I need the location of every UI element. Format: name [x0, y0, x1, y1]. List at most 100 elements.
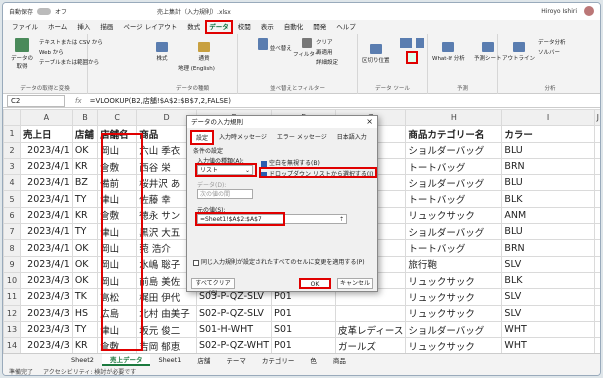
- get-data-button[interactable]: データの取得: [9, 38, 35, 70]
- cell[interactable]: S01: [271, 320, 336, 339]
- cell[interactable]: 2023/4/1: [20, 206, 73, 225]
- cell[interactable]: リュックサック: [405, 304, 503, 322]
- dialog-tab-3[interactable]: 日本語入力: [332, 130, 372, 145]
- cell[interactable]: 2023/4/1: [20, 255, 73, 273]
- cell[interactable]: ガールズ: [334, 337, 407, 353]
- cell[interactable]: トートバッグ: [405, 190, 503, 208]
- cell[interactable]: KR: [71, 206, 99, 225]
- sheet-tab-4[interactable]: テーマ: [218, 355, 254, 365]
- column-header[interactable]: H: [405, 109, 503, 127]
- cell[interactable]: 2023/4/1: [20, 190, 73, 208]
- stock-button[interactable]: 株式: [156, 42, 168, 62]
- outline-button[interactable]: アウトライン: [502, 42, 535, 62]
- close-icon[interactable]: ×: [366, 116, 373, 128]
- cell[interactable]: S02-P-QZ-SLV: [195, 304, 273, 322]
- avatar[interactable]: [584, 6, 594, 16]
- tab-7[interactable]: 校閲: [233, 20, 256, 34]
- cell[interactable]: 2023/4/1: [20, 239, 73, 257]
- sheet-tab-7[interactable]: 商品: [325, 355, 354, 365]
- fx-icon[interactable]: fx: [75, 97, 82, 105]
- cell[interactable]: 2023/4/3: [20, 304, 73, 322]
- row-header[interactable]: 14: [3, 337, 22, 353]
- cell[interactable]: 2023/4/3: [20, 288, 73, 306]
- cell[interactable]: SLV: [501, 288, 595, 306]
- split-button[interactable]: 区切り位置: [362, 44, 390, 64]
- web-button[interactable]: Web から: [39, 48, 64, 56]
- cell[interactable]: P01: [271, 304, 336, 322]
- currency-button[interactable]: 通貨: [198, 42, 210, 62]
- autosave-toggle[interactable]: [37, 8, 52, 15]
- cell[interactable]: 商品カテゴリー名: [405, 125, 503, 143]
- cell[interactable]: BRN: [501, 157, 595, 176]
- cell[interactable]: TY: [71, 223, 99, 241]
- cell[interactable]: OK: [71, 255, 99, 273]
- sheet-tab-6[interactable]: 色: [302, 355, 325, 365]
- cell[interactable]: 2023/4/1: [20, 223, 73, 241]
- clear-button[interactable]: クリア: [316, 38, 333, 46]
- data-validation-button[interactable]: [406, 51, 418, 64]
- cell[interactable]: P01: [271, 337, 336, 353]
- cell[interactable]: TY: [71, 190, 99, 208]
- ignore-blank-checkbox[interactable]: 空白を無視する(B): [261, 158, 320, 167]
- table-range-button[interactable]: テーブルまたは範囲から: [39, 58, 99, 66]
- cell[interactable]: ショルダーバッグ: [405, 320, 503, 339]
- advanced-button[interactable]: 詳細設定: [316, 58, 338, 66]
- cell[interactable]: OK: [71, 271, 99, 290]
- sheet-tab-3[interactable]: 店舗: [189, 355, 218, 365]
- tab-6[interactable]: データ: [205, 20, 233, 34]
- cell[interactable]: BLU: [501, 174, 595, 192]
- flash-fill-icon[interactable]: [400, 38, 412, 48]
- cell[interactable]: リュックサック: [405, 337, 503, 353]
- column-header[interactable]: I: [501, 109, 595, 127]
- cell[interactable]: [334, 304, 407, 322]
- cell[interactable]: リュックサック: [405, 288, 503, 306]
- cell[interactable]: 売上日: [20, 125, 73, 143]
- reapply-button[interactable]: 再適用: [316, 48, 333, 56]
- cell[interactable]: BLK: [501, 271, 595, 290]
- cell[interactable]: 2023/4/1: [20, 157, 73, 176]
- row-header[interactable]: 1: [3, 125, 22, 143]
- cell[interactable]: 皮革レディース: [334, 320, 407, 339]
- cell[interactable]: BLK: [501, 190, 595, 208]
- cell[interactable]: OK: [71, 239, 99, 257]
- data-select[interactable]: 次の値の間: [197, 189, 253, 199]
- row-header[interactable]: 12: [3, 304, 22, 322]
- ok-button[interactable]: OK: [299, 278, 331, 289]
- cell[interactable]: KR: [71, 157, 99, 176]
- cancel-button[interactable]: キャンセル: [337, 278, 373, 289]
- dialog-tab-2[interactable]: エラー メッセージ: [272, 130, 332, 145]
- whatif-button[interactable]: What-If 分析: [432, 42, 465, 62]
- row-header[interactable]: 10: [3, 271, 22, 290]
- range-picker-icon[interactable]: ⇡: [339, 215, 344, 224]
- cell[interactable]: BRN: [501, 239, 595, 257]
- cell[interactable]: SLV: [501, 255, 595, 273]
- name-box[interactable]: C2: [7, 94, 65, 107]
- cell[interactable]: BZ: [71, 174, 99, 192]
- column-header[interactable]: A: [20, 109, 73, 127]
- tab-5[interactable]: 数式: [182, 20, 205, 34]
- tab-3[interactable]: 描画: [95, 20, 118, 34]
- cell[interactable]: 2023/4/3: [20, 320, 73, 339]
- csv-button[interactable]: テキストまたは CSV から: [39, 38, 103, 46]
- solver-button[interactable]: ソルバー: [538, 48, 560, 56]
- cell[interactable]: ショルダーバッグ: [405, 141, 503, 159]
- tab-11[interactable]: ヘルプ: [331, 20, 361, 34]
- row-header[interactable]: 13: [3, 320, 22, 339]
- cell[interactable]: BLU: [501, 141, 595, 159]
- cell[interactable]: BLU: [501, 223, 595, 241]
- cell[interactable]: 2023/4/1: [20, 174, 73, 192]
- row-header[interactable]: 9: [3, 255, 22, 273]
- geo-button[interactable]: 地理 (English): [178, 64, 215, 72]
- row-header[interactable]: 6: [3, 206, 22, 225]
- formula-input[interactable]: =VLOOKUP(B2,店舗!$A$2:$B$7,2,FALSE): [90, 96, 231, 106]
- row-header[interactable]: 3: [3, 157, 22, 176]
- cell[interactable]: 吉岡 郁恵: [136, 337, 197, 353]
- cell[interactable]: 北村 由美子: [136, 304, 197, 322]
- row-header[interactable]: 4: [3, 174, 22, 192]
- cell[interactable]: ANM: [501, 206, 595, 225]
- cell[interactable]: 坂元 俊二: [136, 320, 197, 339]
- row-header[interactable]: 11: [3, 288, 22, 306]
- dialog-tab-0[interactable]: 設定: [190, 130, 215, 145]
- cell[interactable]: SLV: [501, 304, 595, 322]
- cell[interactable]: トートバッグ: [405, 157, 503, 176]
